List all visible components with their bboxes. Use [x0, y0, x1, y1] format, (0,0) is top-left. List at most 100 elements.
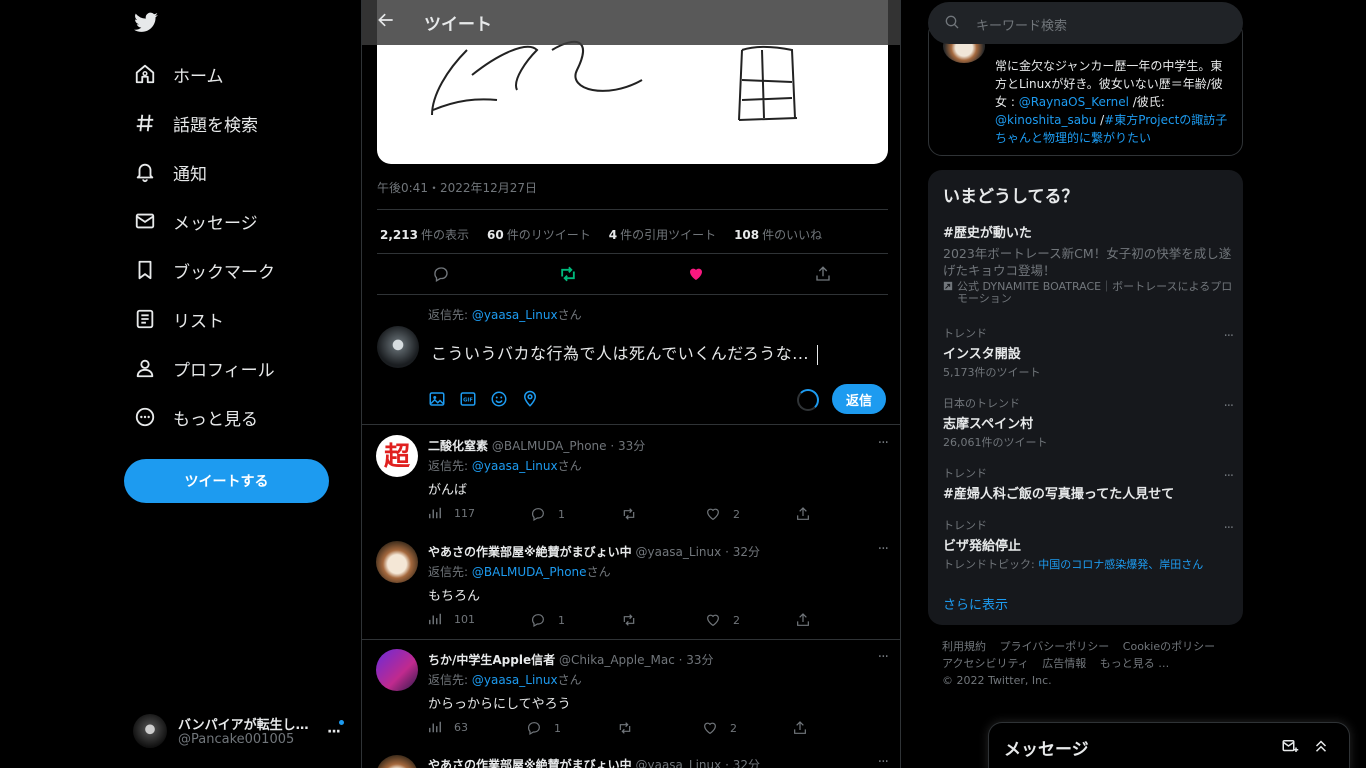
divider — [377, 294, 888, 295]
reply-handle[interactable]: @yaasa_Linux — [636, 758, 722, 768]
views-stat[interactable]: 63 — [428, 720, 468, 734]
nav-home[interactable]: ホーム — [133, 54, 224, 94]
trend-topic-link[interactable]: 中国のコロナ感染爆発、岸田さん — [1038, 558, 1203, 571]
avatar[interactable]: 超 — [376, 435, 418, 477]
bio-link[interactable]: @kinoshita_sabu — [995, 113, 1096, 127]
reply-time[interactable]: · 33分 — [679, 653, 714, 667]
share-icon[interactable] — [795, 506, 811, 522]
avatar[interactable] — [376, 649, 418, 691]
more-circle-icon — [133, 405, 157, 429]
like-icon[interactable] — [684, 262, 708, 286]
views-stat[interactable]: 117 — [428, 506, 475, 520]
footer-link[interactable]: 広告情報 — [1042, 657, 1086, 670]
messages-drawer-title: メッセージ — [1004, 740, 1089, 760]
more-icon[interactable]: ··· — [878, 649, 889, 665]
svg-text:超: 超 — [384, 442, 411, 472]
footer-link[interactable]: 利用規約 — [942, 640, 986, 653]
image-icon[interactable] — [428, 390, 446, 408]
nav-lists[interactable]: リスト — [133, 299, 224, 339]
bio-link[interactable]: @RaynaOS_Kernel — [1019, 95, 1129, 109]
nav-notifications[interactable]: 通知 — [133, 152, 207, 192]
nav-profile-label: プロフィール — [173, 360, 275, 381]
new-message-icon[interactable] — [1281, 737, 1299, 755]
reply-to: 返信先: @BALMUDA_Phoneさん — [428, 565, 611, 579]
gif-icon[interactable]: GIF — [459, 390, 477, 408]
copyright: © 2022 Twitter, Inc. — [942, 674, 1052, 687]
reply-to-link[interactable]: @yaasa_Linux — [472, 308, 558, 322]
avatar[interactable] — [376, 541, 418, 583]
reply-handle[interactable]: @Chika_Apple_Mac — [559, 653, 675, 667]
nav-explore[interactable]: 話題を検索 — [133, 103, 258, 143]
trend-item[interactable]: #歴史が動いた 2023年ボートレース新CM！女子初の快挙を成し遂げたキョウコ登… — [943, 222, 1233, 305]
reply-icon[interactable] — [429, 262, 453, 286]
more-icon[interactable]: ··· — [1224, 399, 1234, 414]
twitter-bird-icon[interactable] — [133, 10, 159, 36]
avatar[interactable] — [376, 755, 418, 768]
search-input[interactable]: キーワード検索 — [928, 2, 1243, 44]
footer-link[interactable]: アクセシビリティ — [942, 657, 1029, 670]
share-icon[interactable] — [795, 612, 811, 628]
emoji-icon[interactable] — [490, 390, 508, 408]
show-more-link[interactable]: さらに表示 — [943, 594, 1008, 613]
trend-item[interactable]: トレンド インスタ開設 5,173件のツイート ··· — [943, 325, 1234, 380]
character-count-ring — [797, 389, 819, 411]
nav-explore-label: 話題を検索 — [173, 115, 258, 136]
more-icon[interactable]: ··· — [1224, 469, 1234, 484]
more-icon[interactable]: ··· — [878, 754, 889, 768]
reply-author[interactable]: やあさの作業部屋※絶賛がまびょい中 — [428, 545, 632, 559]
share-icon[interactable] — [792, 720, 808, 736]
nav-messages[interactable]: メッセージ — [133, 201, 258, 241]
reply-author[interactable]: 二酸化窒素 — [428, 439, 488, 453]
retweet-count[interactable] — [621, 612, 649, 628]
footer-link[interactable]: プライバシーポリシー — [1000, 640, 1110, 653]
nav-more[interactable]: もっと見る — [133, 397, 258, 437]
reply-author[interactable]: やあさの作業部屋※絶賛がまびょい中 — [428, 758, 632, 768]
stat-retweets[interactable]: 60 件のリツイート — [487, 226, 591, 243]
more-icon[interactable]: ··· — [1224, 521, 1234, 536]
share-icon[interactable] — [811, 262, 835, 286]
trend-item[interactable]: トレンド #産婦人科ご飯の写真撮ってた人見せて ··· — [943, 465, 1234, 502]
reply-header: やあさの作業部屋※絶賛がまびょい中 @yaasa_Linux · 32分 — [428, 543, 760, 560]
retweet-count[interactable] — [621, 506, 649, 522]
avatar[interactable] — [377, 326, 419, 368]
trend-item[interactable]: トレンド ビザ発給停止 トレンドトピック: 中国のコロナ感染爆発、岸田さん ··… — [943, 517, 1234, 572]
expand-chevron-icon[interactable] — [1312, 737, 1330, 755]
like-count[interactable]: 2 — [705, 506, 740, 522]
reply-handle[interactable]: @BALMUDA_Phone — [492, 439, 607, 453]
tweet-button[interactable]: ツイートする — [124, 459, 329, 503]
trend-item[interactable]: 日本のトレンド 志摩スペイン村 26,061件のツイート ··· — [943, 395, 1234, 450]
reply-author[interactable]: ちか/中学生Apple信者 — [428, 653, 555, 667]
back-arrow-icon[interactable] — [376, 10, 396, 34]
account-switcher[interactable]: バンパイアが転生し… @Pancake001005 ··· — [133, 712, 348, 750]
retweet-icon[interactable] — [556, 262, 580, 286]
reply-handle[interactable]: @yaasa_Linux — [636, 545, 722, 559]
location-icon[interactable] — [521, 390, 539, 408]
more-icon[interactable]: ··· — [878, 435, 889, 451]
more-icon[interactable]: ··· — [1224, 329, 1234, 344]
reply-header: ちか/中学生Apple信者 @Chika_Apple_Mac · 33分 — [428, 651, 714, 668]
reply-count[interactable]: 1 — [530, 506, 565, 522]
messages-drawer[interactable]: メッセージ — [988, 722, 1350, 768]
reply-time[interactable]: · 33分 — [610, 439, 645, 453]
views-stat[interactable]: 101 — [428, 612, 475, 626]
reply-count[interactable]: 1 — [530, 612, 565, 628]
reply-textarea[interactable]: こういうバカな行為で人は死んでいくんだろうな... — [431, 340, 818, 365]
reply-count[interactable]: 1 — [526, 720, 561, 736]
stat-likes[interactable]: 108 件のいいね — [734, 226, 822, 243]
footer-link[interactable]: もっと見る … — [1100, 657, 1170, 670]
reply-button[interactable]: 返信 — [832, 384, 886, 414]
reply-time[interactable]: · 32分 — [725, 758, 760, 768]
tweet-timestamp[interactable]: 午後0:41・2022年12月27日 — [377, 179, 537, 196]
stat-quotes[interactable]: 4 件の引用ツイート — [609, 226, 716, 243]
more-icon[interactable]: ··· — [327, 724, 341, 740]
stat-views[interactable]: 2,213 件の表示 — [380, 226, 469, 243]
reply-time[interactable]: · 32分 — [725, 545, 760, 559]
footer-link[interactable]: Cookieのポリシー — [1123, 640, 1215, 653]
nav-profile[interactable]: プロフィール — [133, 348, 275, 388]
nav-bookmarks[interactable]: ブックマーク — [133, 250, 275, 290]
nav-notifications-label: 通知 — [173, 164, 207, 185]
like-count[interactable]: 2 — [702, 720, 737, 736]
more-icon[interactable]: ··· — [878, 541, 889, 557]
like-count[interactable]: 2 — [705, 612, 740, 628]
retweet-count[interactable] — [617, 720, 645, 736]
